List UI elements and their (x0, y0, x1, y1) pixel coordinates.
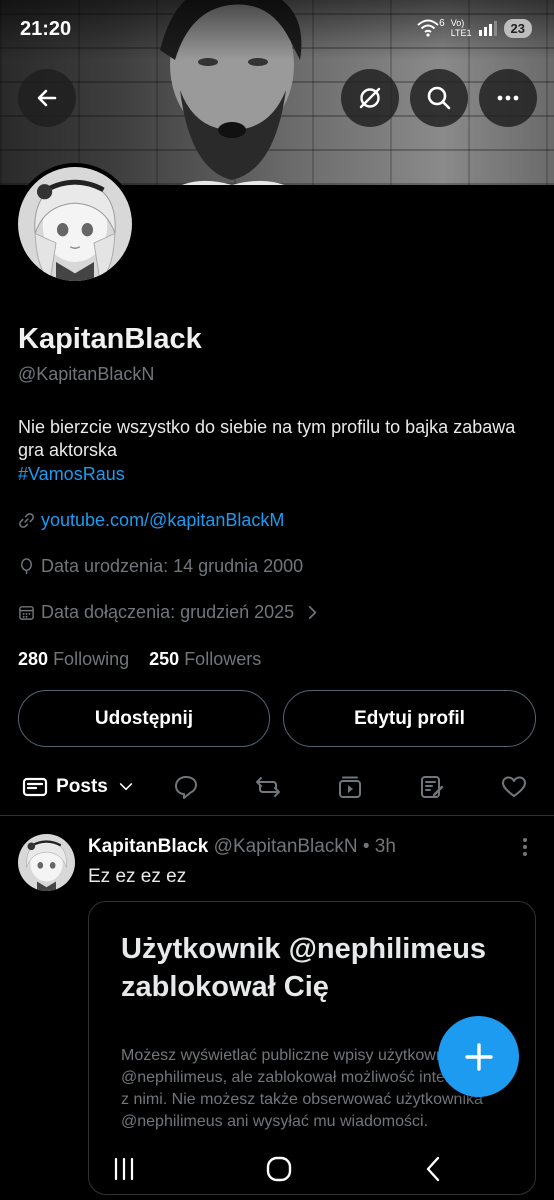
tab-reposts[interactable] (248, 758, 288, 816)
tab-posts[interactable]: Posts (12, 758, 146, 816)
recents-button[interactable] (104, 1152, 144, 1186)
profile-birthdate: Data urodzenia: 14 grudnia 2000 (18, 556, 303, 577)
status-bar: 21:20 6 Vo) LTE1 23 (0, 0, 554, 60)
reposts-icon (256, 777, 280, 797)
balloon-icon (21, 558, 32, 575)
profile-avatar[interactable] (14, 163, 136, 285)
post-header: KapitanBlack @KapitanBlackN • 3h (88, 836, 396, 858)
post-text: Ez ez ez ez (88, 866, 187, 887)
chevron-right-icon (309, 605, 317, 620)
joined-text: Data dołączenia: grudzień 2025 (41, 602, 295, 622)
grok-icon (359, 87, 381, 109)
compose-button[interactable] (438, 1016, 519, 1097)
chevron-down-icon (119, 783, 133, 791)
back-icon (426, 1156, 440, 1182)
profile-tabs: Posts (0, 758, 554, 816)
edit-profile-button[interactable]: Edytuj profil (283, 690, 536, 747)
card-body: Możesz wyświetlać publiczne wpisy użytko… (121, 1047, 483, 1130)
more-button[interactable] (479, 69, 537, 127)
battery-indicator: 23 (503, 18, 532, 38)
following-link[interactable]: 280 Following (18, 649, 129, 669)
bio-hashtag-link[interactable]: #VamosRaus (18, 464, 125, 485)
likes-icon (502, 776, 526, 797)
home-button[interactable] (259, 1152, 299, 1186)
link-icon (19, 513, 34, 528)
post-more-icon[interactable] (516, 836, 534, 860)
website-link-text[interactable]: youtube.com/@kapitanBlackM (41, 510, 284, 531)
share-profile-button[interactable]: Udostępnij (18, 690, 270, 747)
grok-button[interactable] (341, 69, 399, 127)
followers-link[interactable]: 250 Followers (149, 649, 261, 669)
tab-videos[interactable] (330, 758, 370, 816)
calendar-icon (19, 606, 34, 620)
posts-icon (23, 777, 48, 797)
following-label: Following (53, 649, 130, 669)
card-title: Użytkownik @nephilimeus zablokował Cię (121, 933, 487, 1003)
followers-label: Followers (184, 649, 262, 669)
post-author-handle[interactable]: @KapitanBlackN (214, 836, 358, 857)
more-horizontal-icon (497, 95, 519, 101)
profile-website[interactable]: youtube.com/@kapitanBlackM (18, 510, 284, 531)
network-top: Vo) (450, 18, 465, 28)
articles-icon (421, 776, 444, 798)
post-time: 3h (374, 836, 396, 857)
profile-bio: Nie bierzcie wszystko do siebie na tym p… (18, 417, 516, 460)
back-nav-button[interactable] (414, 1152, 454, 1186)
avatar-image (18, 167, 132, 281)
home-icon (266, 1156, 292, 1182)
tab-articles[interactable] (412, 758, 452, 816)
tab-posts-label: Posts (56, 776, 108, 797)
system-navigation-bar (0, 1140, 554, 1200)
follow-stats: 280 Following 250 Followers (18, 649, 261, 670)
following-count: 280 (18, 649, 49, 669)
arrow-left-icon (37, 89, 57, 107)
search-icon (427, 86, 451, 110)
wifi-icon (417, 19, 439, 37)
post-avatar-image (18, 834, 75, 891)
recents-icon (114, 1157, 134, 1181)
profile-joined[interactable]: Data dołączenia: grudzień 2025 (18, 602, 321, 623)
tab-likes[interactable] (494, 758, 534, 816)
post-separator: • (362, 836, 370, 857)
replies-icon (175, 776, 197, 799)
network-bottom: LTE1 (450, 28, 472, 38)
post-author-avatar[interactable] (18, 834, 75, 891)
back-button[interactable] (18, 69, 76, 127)
status-time: 21:20 (20, 18, 72, 40)
profile-name: KapitanBlack (18, 323, 202, 355)
video-icon (339, 776, 361, 798)
birthdate-text: Data urodzenia: 14 grudnia 2000 (41, 556, 304, 576)
wifi-badge: 6 (439, 17, 445, 29)
profile-handle: @KapitanBlackN (18, 364, 155, 384)
search-button[interactable] (410, 69, 468, 127)
signal-icon (478, 21, 497, 36)
post-author-name[interactable]: KapitanBlack (88, 836, 208, 857)
plus-icon (464, 1042, 493, 1071)
tab-replies[interactable] (166, 758, 206, 816)
followers-count: 250 (149, 649, 180, 669)
